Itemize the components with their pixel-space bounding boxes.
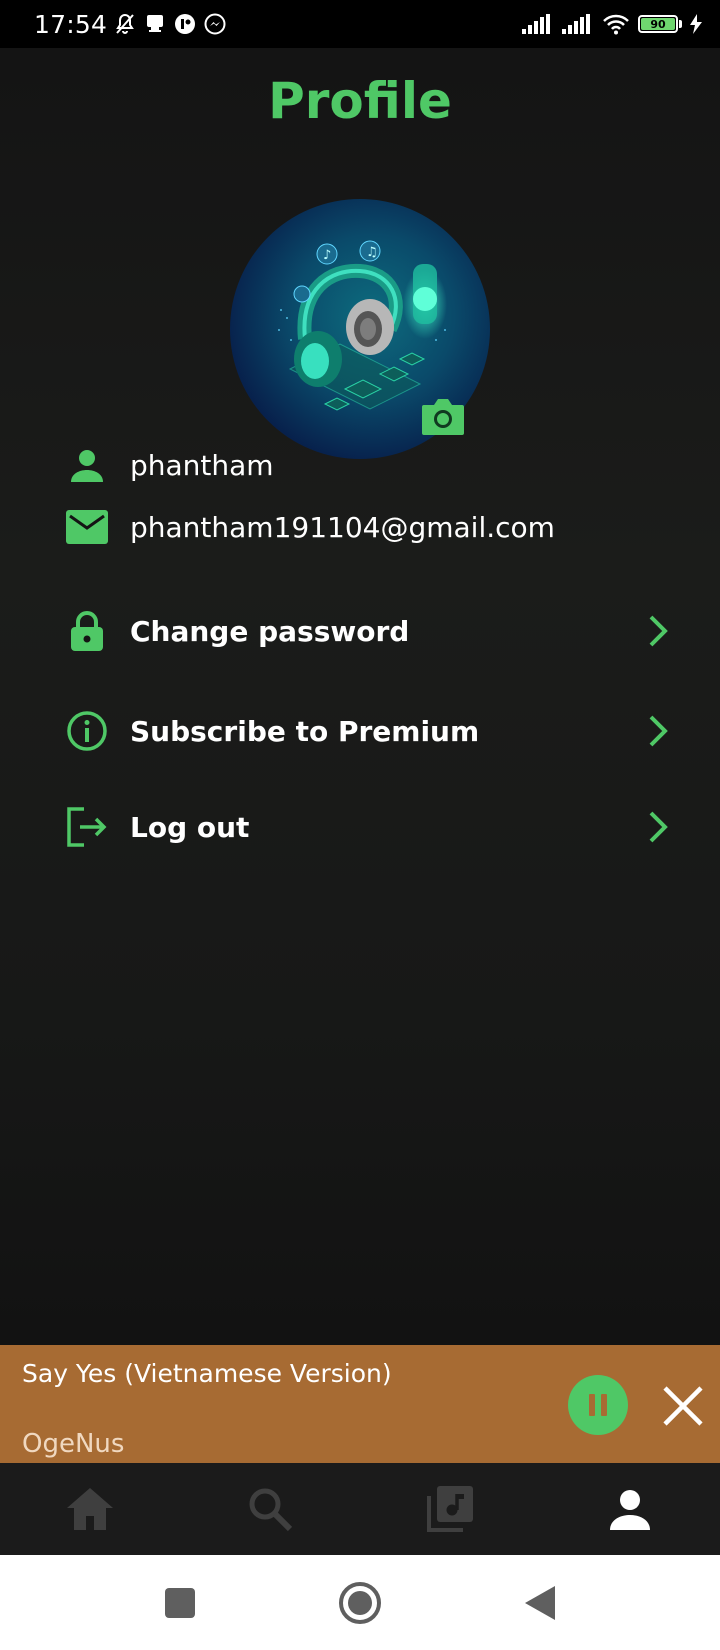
page-title: Profile — [268, 72, 452, 130]
info-icon — [62, 708, 112, 754]
svg-text:♫: ♫ — [366, 245, 378, 260]
back-button[interactable] — [450, 1555, 630, 1650]
menu-label: Change password — [130, 614, 410, 648]
mini-player[interactable]: Say Yes (Vietnamese Version) OgeNus — [0, 1345, 720, 1463]
nav-profile[interactable] — [540, 1463, 720, 1555]
back-triangle-icon — [525, 1585, 555, 1620]
lock-icon — [62, 608, 112, 654]
home-icon — [67, 1488, 113, 1530]
screen: 17:54 90 Profile ♪ ♫ phantham phantham19… — [0, 0, 720, 1650]
pause-button[interactable] — [568, 1375, 628, 1435]
status-left-icons — [113, 12, 227, 36]
nav-home[interactable] — [0, 1463, 180, 1555]
system-nav-bar — [0, 1555, 720, 1650]
close-player-button[interactable] — [660, 1383, 706, 1429]
status-time: 17:54 — [34, 9, 108, 39]
change-avatar-button[interactable] — [420, 395, 466, 437]
menu-label: Subscribe to Premium — [130, 714, 480, 748]
library-icon — [427, 1486, 473, 1532]
circle-icon — [339, 1581, 381, 1624]
chevron-right-icon — [644, 711, 672, 751]
charging-icon — [690, 14, 702, 34]
pause-icon — [589, 1394, 607, 1416]
chevron-right-icon — [644, 807, 672, 847]
menu-item-change-password[interactable]: Change password — [62, 601, 672, 661]
notification-icon — [147, 15, 164, 32]
logout-icon — [62, 804, 112, 850]
square-icon — [165, 1587, 195, 1618]
status-bar: 17:54 90 — [0, 0, 720, 48]
battery-icon: 90 — [638, 15, 682, 33]
messenger-icon — [204, 13, 226, 35]
email-row: phantham191104@gmail.com — [62, 507, 555, 547]
email-text: phantham191104@gmail.com — [130, 510, 555, 544]
battery-level: 90 — [641, 18, 675, 31]
avatar-container[interactable]: ♪ ♫ — [230, 199, 490, 459]
menu-item-logout[interactable]: Log out — [62, 797, 672, 857]
bell-off-icon — [116, 13, 134, 34]
track-artist: OgeNus — [22, 1429, 125, 1459]
home-system-button[interactable] — [270, 1555, 450, 1650]
chevron-right-icon — [644, 611, 672, 651]
search-icon — [249, 1488, 293, 1532]
profile-icon — [610, 1490, 650, 1530]
signal-icon — [562, 14, 590, 34]
svg-text:♪: ♪ — [323, 248, 331, 263]
menu-item-subscribe-premium[interactable]: Subscribe to Premium — [62, 701, 672, 761]
menu-label: Log out — [130, 810, 250, 844]
track-title: Say Yes (Vietnamese Version) — [22, 1359, 392, 1388]
app-icon — [175, 14, 196, 34]
wifi-icon — [603, 14, 629, 35]
status-right-icons: 90 — [522, 13, 702, 35]
profile-page: Profile ♪ ♫ phantham phantham191104@gmai… — [0, 48, 720, 1345]
username-text: phantham — [130, 448, 274, 482]
close-icon — [663, 1386, 703, 1426]
person-icon — [62, 445, 112, 485]
mail-icon — [62, 507, 112, 547]
nav-library[interactable] — [360, 1463, 540, 1555]
camera-icon — [422, 399, 464, 435]
username-row: phantham — [62, 445, 274, 485]
nav-search[interactable] — [180, 1463, 360, 1555]
recent-apps-button[interactable] — [90, 1555, 270, 1650]
bottom-nav — [0, 1463, 720, 1555]
signal-icon — [522, 14, 550, 34]
